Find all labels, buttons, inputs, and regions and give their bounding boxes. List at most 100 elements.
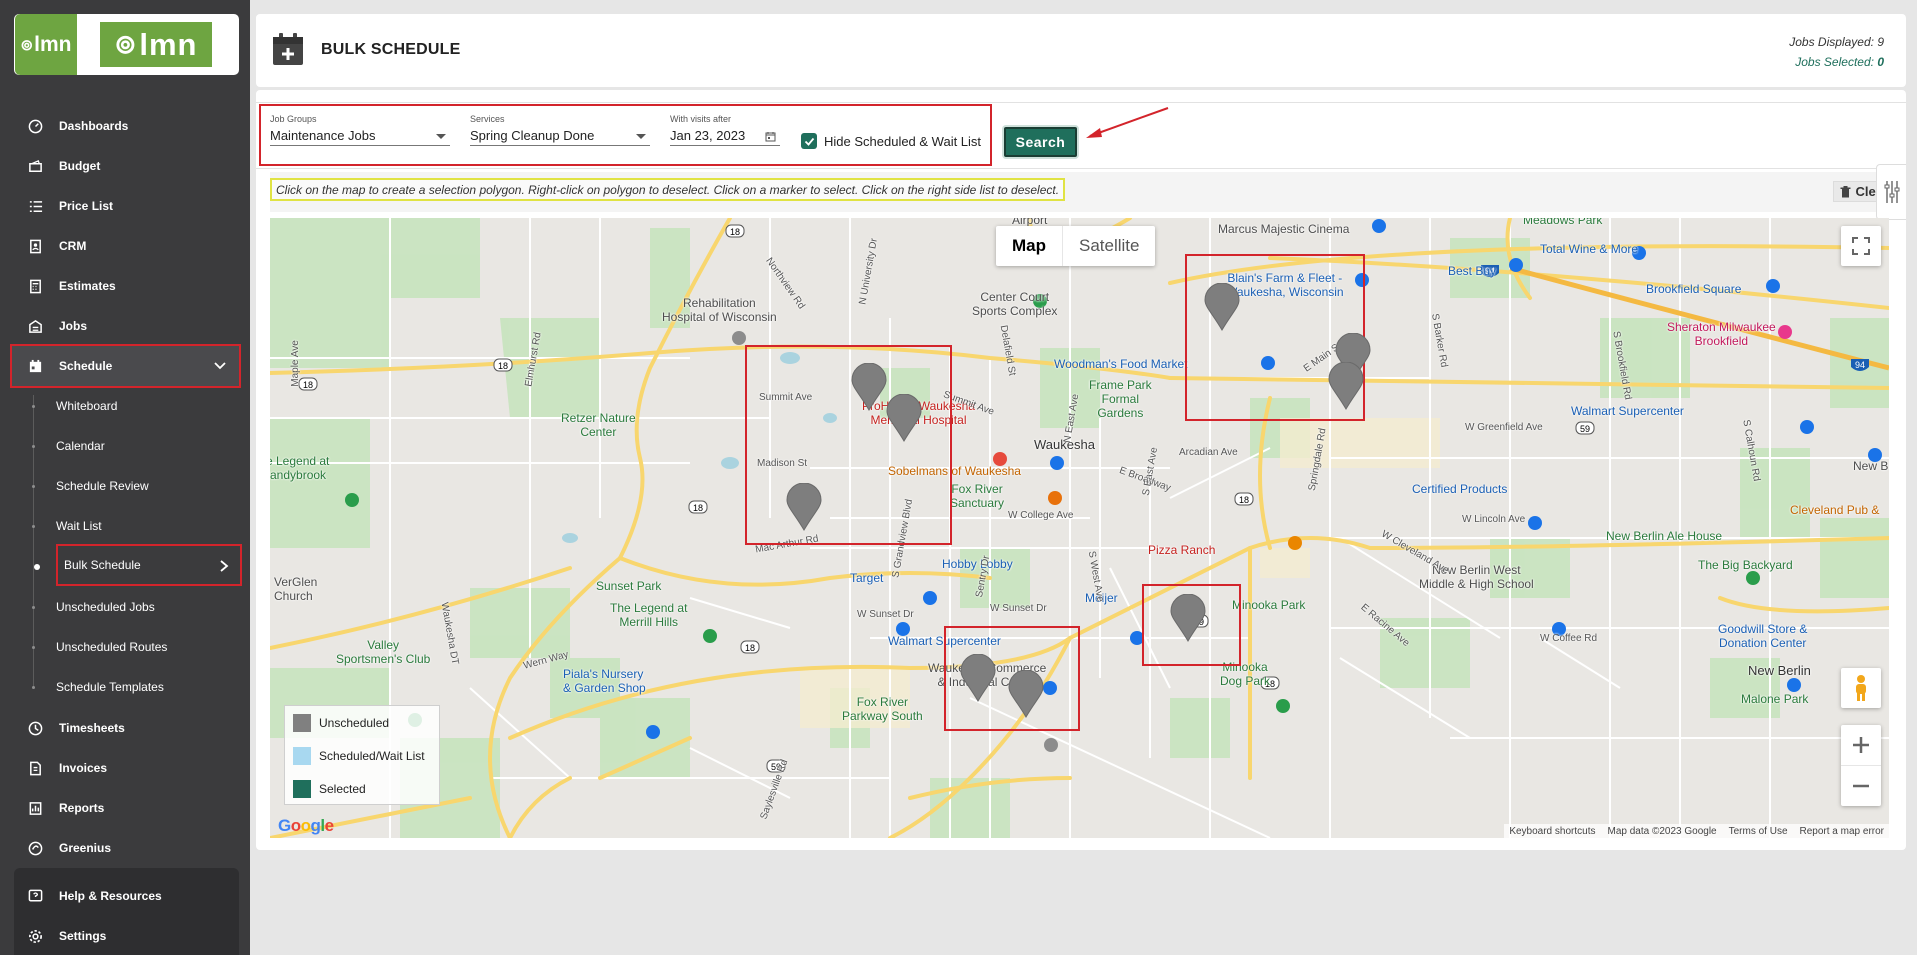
svg-text:18: 18 — [693, 503, 703, 513]
instruction-bar: Click on the map to create a selection p… — [270, 172, 1895, 212]
sub-label: Whiteboard — [56, 399, 118, 413]
logo-box[interactable]: ⊚ lmn ⊚ lmn — [14, 14, 239, 75]
job-marker-unscheduled[interactable] — [960, 654, 996, 702]
nav-crm[interactable]: CRM — [14, 228, 239, 264]
help-icon — [27, 888, 43, 904]
street-view-button[interactable] — [1841, 668, 1881, 708]
nav-greenius[interactable]: Greenius — [14, 830, 239, 866]
nav-timesheets[interactable]: Timesheets — [14, 710, 239, 746]
sub-label: Schedule Review — [56, 479, 149, 493]
selection-box[interactable] — [745, 345, 952, 545]
nav-reports[interactable]: Reports — [14, 790, 239, 826]
sub-whiteboard[interactable]: Whiteboard — [32, 394, 241, 418]
job-marker-unscheduled[interactable] — [1008, 670, 1044, 718]
legend-swatch — [293, 780, 311, 798]
job-marker-unscheduled[interactable] — [1328, 362, 1364, 410]
sub-calendar[interactable]: Calendar — [32, 434, 241, 458]
bullet — [32, 686, 35, 689]
map-type-map-button[interactable]: Map — [996, 226, 1062, 266]
map-legend: Unscheduled Scheduled/Wait List Selected — [284, 705, 440, 805]
map-label: Piala's Nursery & Garden Shop — [563, 667, 646, 695]
nav-schedule[interactable]: Schedule — [10, 344, 241, 388]
job-marker-unscheduled[interactable] — [786, 483, 822, 531]
legend-unscheduled: Unscheduled — [293, 714, 389, 732]
map-label: Goodwill Store & Donation Center — [1718, 622, 1808, 650]
nav-invoices[interactable]: Invoices — [14, 750, 239, 786]
job-marker-unscheduled[interactable] — [1170, 594, 1206, 642]
map-type-satellite-button[interactable]: Satellite — [1062, 226, 1155, 266]
nav-price-list[interactable]: Price List — [14, 188, 239, 224]
map-label: Hobby Lobby — [942, 557, 1013, 571]
column-settings-tab[interactable] — [1876, 164, 1906, 220]
pegman-icon — [1856, 675, 1866, 701]
zoom-out-button[interactable] — [1841, 766, 1881, 806]
job-groups-select[interactable]: Job Groups Maintenance Jobs — [270, 114, 450, 146]
nav-estimates[interactable]: Estimates — [14, 268, 239, 304]
field-value[interactable]: Spring Cleanup Done — [470, 128, 650, 146]
road-label: W Sunset Dr — [857, 609, 914, 620]
map-label: Certified Products — [1412, 482, 1508, 496]
bullet — [32, 445, 35, 448]
map-label: Best Buy — [1448, 264, 1497, 278]
gauge-icon — [27, 118, 43, 134]
map-canvas[interactable]: 18 18 18 18 18 18 59 59 59 94 94 18 — [270, 218, 1889, 838]
nav-label: Settings — [59, 929, 107, 943]
caret-down-icon — [636, 134, 646, 139]
sub-label: Wait List — [56, 519, 102, 533]
job-marker-unscheduled[interactable] — [851, 363, 887, 411]
terms-link[interactable]: Terms of Use — [1729, 826, 1788, 837]
map-label: Valley Sportsmen's Club — [336, 638, 431, 666]
fullscreen-button[interactable] — [1841, 226, 1881, 266]
services-select[interactable]: Services Spring Cleanup Done — [470, 114, 650, 146]
minus-icon — [1853, 784, 1869, 787]
nav-label: Schedule — [59, 359, 113, 373]
visits-after-date[interactable]: With visits after Jan 23, 2023 — [670, 114, 780, 146]
field-value[interactable]: Maintenance Jobs — [270, 128, 450, 146]
zoom-control — [1841, 725, 1881, 806]
hide-scheduled-checkbox[interactable] — [801, 133, 817, 149]
instruction-text: Click on the map to create a selection p… — [270, 178, 1066, 201]
job-marker-unscheduled[interactable] — [886, 394, 922, 442]
calendar-add-icon — [273, 33, 303, 65]
sliders-icon — [1884, 181, 1899, 203]
job-marker-unscheduled[interactable] — [1204, 283, 1240, 331]
nav-help-resources[interactable]: Help & Resources — [14, 878, 239, 914]
map-label: Retzer Nature Center — [561, 411, 636, 439]
caret-down-icon — [436, 134, 446, 139]
calendar-icon — [27, 358, 43, 374]
zoom-in-button[interactable] — [1841, 726, 1881, 766]
search-button[interactable]: Search — [1004, 127, 1077, 157]
brand-logo: ⊚ lmn — [100, 22, 212, 67]
invoice-icon — [27, 760, 43, 776]
sub-label: Unscheduled Jobs — [56, 600, 155, 614]
nav-settings[interactable]: Settings — [14, 918, 239, 954]
keyboard-shortcuts-link[interactable]: Keyboard shortcuts — [1509, 826, 1595, 837]
sub-bulk-schedule[interactable]: Bulk Schedule — [34, 544, 242, 586]
chevron-down-icon — [214, 362, 226, 370]
brand-mini-logo: ⊚ lmn — [15, 14, 77, 75]
report-error-link[interactable]: Report a map error — [1800, 826, 1884, 837]
sub-schedule-templates[interactable]: Schedule Templates — [32, 675, 241, 699]
nav-jobs[interactable]: Jobs — [14, 308, 239, 344]
annotation-arrow — [1086, 107, 1169, 138]
chevron-right-icon — [220, 560, 229, 572]
nav-label: Budget — [59, 159, 101, 173]
map-label: Fox River Sanctuary — [950, 482, 1005, 510]
sub-wait-list[interactable]: Wait List — [32, 514, 241, 538]
nav-dashboards[interactable]: Dashboards — [14, 108, 239, 144]
svg-text:18: 18 — [730, 227, 740, 237]
google-logo: Google — [278, 816, 334, 835]
nav-label: Dashboards — [59, 119, 129, 133]
map-base: 18 18 18 18 18 18 59 59 59 94 94 18 — [270, 218, 1889, 838]
hide-scheduled-label[interactable]: Hide Scheduled & Wait List — [824, 134, 981, 149]
date-input[interactable]: Jan 23, 2023 — [670, 128, 780, 146]
nav-budget[interactable]: Budget — [14, 148, 239, 184]
page-header: BULK SCHEDULE Jobs Displayed: 9 Jobs Sel… — [256, 14, 1906, 87]
sub-schedule-review[interactable]: Schedule Review — [32, 474, 241, 498]
nav-label: Help & Resources — [59, 889, 162, 903]
map-label: New Berlin — [1748, 663, 1811, 678]
sub-unscheduled-routes[interactable]: Unscheduled Routes — [32, 635, 241, 659]
sub-label: Unscheduled Routes — [56, 640, 168, 654]
sub-unscheduled-jobs[interactable]: Unscheduled Jobs — [32, 595, 241, 619]
main-panel: Job Groups Maintenance Jobs Services Spr… — [256, 90, 1906, 850]
